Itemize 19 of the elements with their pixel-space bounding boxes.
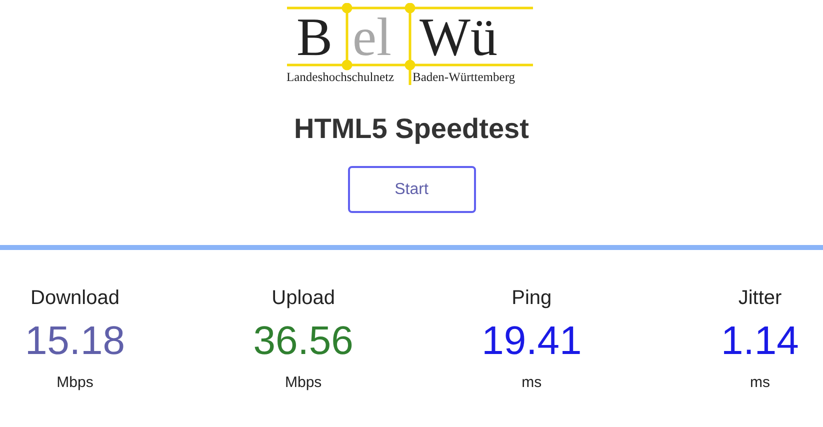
meter-label: Jitter: [738, 286, 782, 310]
meter-label: Ping: [512, 286, 552, 310]
logo-subtitle: Baden-Württemberg: [412, 69, 516, 85]
page-title: HTML5 Speedtest: [294, 112, 529, 146]
logo-letter: B: [296, 7, 333, 67]
meter-value: 19.41: [482, 318, 582, 364]
unit-label: ms: [522, 374, 542, 392]
meter-label: Download: [30, 286, 120, 310]
unit-label: Mbps: [56, 374, 94, 392]
meter-value: 36.56: [253, 318, 354, 364]
unit-label: Mbps: [284, 374, 322, 392]
logo-letters: el: [352, 7, 392, 67]
meter-value: 1.14: [721, 318, 799, 364]
unit-label: ms: [750, 374, 770, 392]
start-button[interactable]: Start: [348, 166, 476, 213]
logo-letters: Wü: [420, 7, 498, 67]
logo-subtitle: Landeshochschulnetz: [286, 69, 394, 85]
meter-value: 15.18: [24, 318, 126, 364]
meter-label: Upload: [272, 286, 336, 310]
